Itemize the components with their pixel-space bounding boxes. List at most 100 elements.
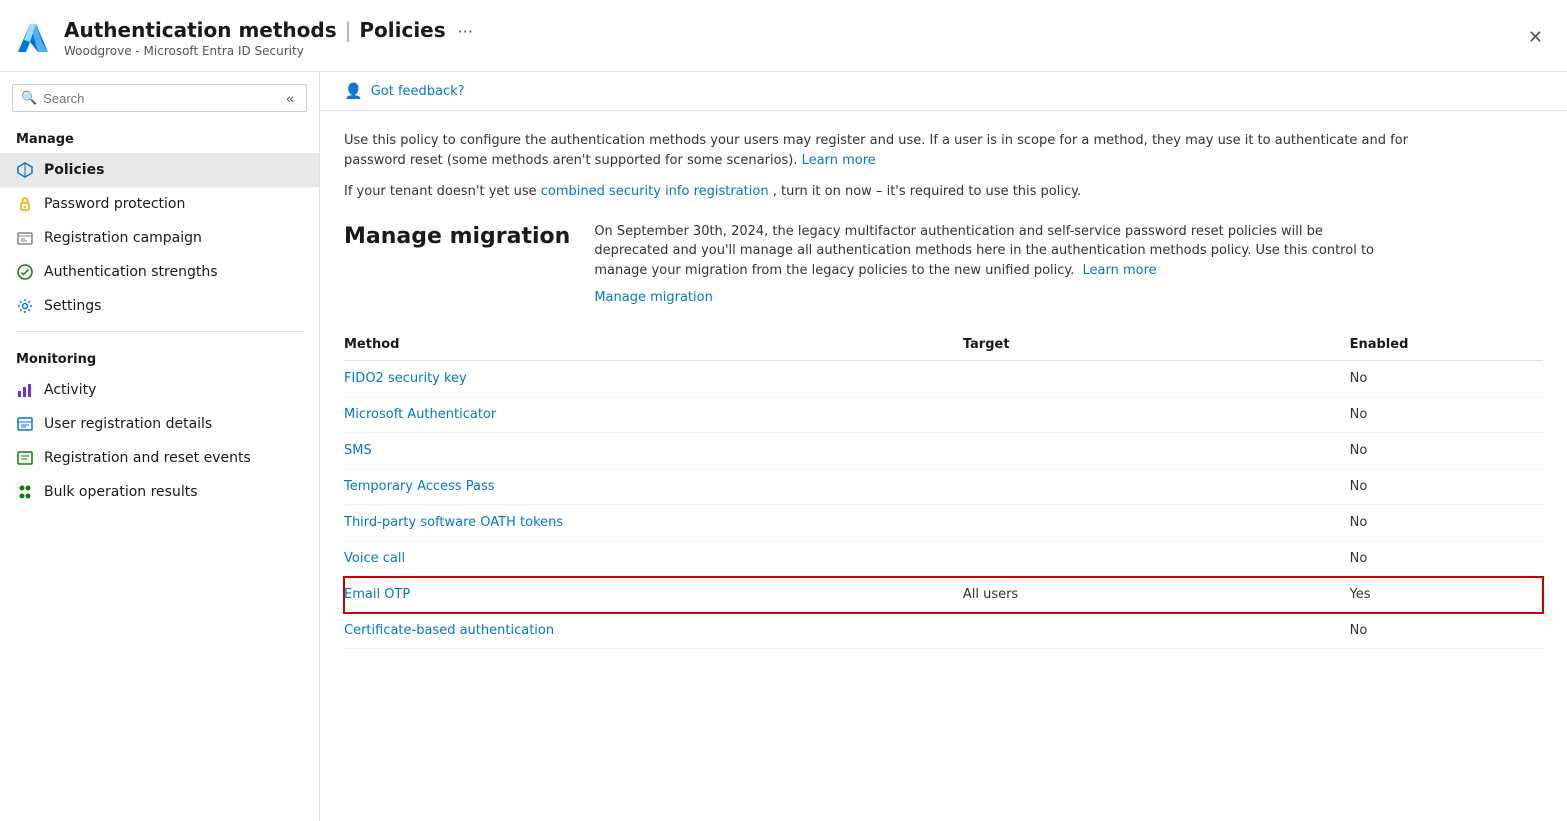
table-row: Email OTP All usersYes	[344, 577, 1543, 613]
table-row: SMS No	[344, 433, 1543, 469]
sidebar-divider	[16, 331, 303, 332]
table-row: FIDO2 security key No	[344, 361, 1543, 397]
method-link-voice-call[interactable]: Voice call	[344, 551, 405, 566]
method-link-third-party-oath[interactable]: Third-party software OATH tokens	[344, 515, 563, 530]
enabled-cell-cert-based: No	[1350, 613, 1543, 649]
sidebar-item-label-usereg: User registration details	[44, 416, 212, 432]
sidebar-item-user-registration[interactable]: User registration details	[0, 407, 319, 441]
app-title: Authentication methods	[64, 18, 337, 42]
sidebar-item-label-policies: Policies	[44, 162, 104, 178]
top-bar-left: Authentication methods | Policies ··· Wo…	[16, 18, 473, 58]
password-protection-icon	[16, 195, 34, 213]
content-area: Use this policy to configure the authent…	[320, 111, 1567, 669]
monitoring-section-label: Monitoring	[0, 340, 319, 373]
azure-icon	[16, 20, 52, 56]
method-link-microsoft-authenticator[interactable]: Microsoft Authenticator	[344, 407, 496, 422]
method-link-fido2[interactable]: FIDO2 security key	[344, 371, 467, 386]
sidebar-item-label-regevents: Registration and reset events	[44, 450, 251, 466]
collapse-sidebar-button[interactable]: «	[282, 90, 298, 106]
col-enabled: Enabled	[1350, 329, 1543, 361]
sidebar-item-label-activity: Activity	[44, 382, 96, 398]
ellipsis-menu[interactable]: ···	[458, 22, 473, 41]
manage-migration-link[interactable]: Manage migration	[594, 290, 1394, 305]
method-link-email-otp[interactable]: Email OTP	[344, 587, 410, 602]
enabled-cell-fido2: No	[1350, 361, 1543, 397]
sidebar-item-password-protection[interactable]: Password protection	[0, 187, 319, 221]
method-link-sms[interactable]: SMS	[344, 443, 372, 458]
target-cell-cert-based	[963, 613, 1350, 649]
method-link-cert-based[interactable]: Certificate-based authentication	[344, 623, 554, 638]
feedback-icon: 👤	[344, 82, 363, 100]
method-cell-fido2: FIDO2 security key	[344, 361, 963, 397]
col-method: Method	[344, 329, 963, 361]
target-cell-fido2	[963, 361, 1350, 397]
subtitle: Woodgrove - Microsoft Entra ID Security	[64, 44, 473, 58]
policies-icon	[16, 161, 34, 179]
enabled-cell-voice-call: No	[1350, 541, 1543, 577]
search-bar: 🔍 «	[12, 84, 307, 112]
method-cell-email-otp: Email OTP	[344, 577, 963, 613]
sidebar-item-authentication-strengths[interactable]: Authentication strengths	[0, 255, 319, 289]
method-cell-voice-call: Voice call	[344, 541, 963, 577]
sidebar-item-label-authstrength: Authentication strengths	[44, 264, 217, 280]
title-block: Authentication methods | Policies ··· Wo…	[64, 18, 473, 58]
sidebar-item-activity[interactable]: Activity	[0, 373, 319, 407]
method-cell-third-party-oath: Third-party software OATH tokens	[344, 505, 963, 541]
table-row: Third-party software OATH tokens No	[344, 505, 1543, 541]
method-cell-sms: SMS	[344, 433, 963, 469]
target-cell-microsoft-authenticator	[963, 397, 1350, 433]
target-cell-sms	[963, 433, 1350, 469]
col-target: Target	[963, 329, 1350, 361]
migration-section: Manage migration On September 30th, 2024…	[344, 222, 1543, 306]
methods-table: Method Target Enabled FIDO2 security key…	[344, 329, 1543, 649]
search-input[interactable]	[43, 91, 276, 106]
enabled-cell-third-party-oath: No	[1350, 505, 1543, 541]
description-2: If your tenant doesn't yet use combined …	[344, 182, 1444, 202]
top-bar: Authentication methods | Policies ··· Wo…	[0, 0, 1567, 72]
enabled-cell-email-otp: Yes	[1350, 577, 1543, 613]
main-content: 👤 Got feedback? Use this policy to confi…	[320, 72, 1567, 821]
sidebar-item-label-regcampaign: Registration campaign	[44, 230, 202, 246]
reg-reset-icon	[16, 449, 34, 467]
auth-strengths-icon	[16, 263, 34, 281]
target-cell-tap	[963, 469, 1350, 505]
sidebar-item-label-password: Password protection	[44, 196, 185, 212]
layout: 🔍 « Manage Policies Password protection …	[0, 72, 1567, 821]
method-cell-tap: Temporary Access Pass	[344, 469, 963, 505]
migration-body: On September 30th, 2024, the legacy mult…	[594, 222, 1394, 306]
method-cell-cert-based: Certificate-based authentication	[344, 613, 963, 649]
search-icon: 🔍	[21, 91, 37, 106]
close-button[interactable]: ✕	[1520, 23, 1551, 52]
learn-more-link-1[interactable]: Learn more	[802, 153, 876, 168]
methods-table-body: FIDO2 security keyNoMicrosoft Authentica…	[344, 361, 1543, 649]
bulk-ops-icon	[16, 483, 34, 501]
sidebar-item-settings[interactable]: Settings	[0, 289, 319, 323]
method-link-tap[interactable]: Temporary Access Pass	[344, 479, 494, 494]
combined-reg-link[interactable]: combined security info registration	[541, 184, 769, 199]
enabled-cell-microsoft-authenticator: No	[1350, 397, 1543, 433]
sidebar-item-label-bulkops: Bulk operation results	[44, 484, 198, 500]
feedback-bar[interactable]: 👤 Got feedback?	[320, 72, 1567, 111]
sidebar-item-label-settings: Settings	[44, 298, 101, 314]
method-cell-microsoft-authenticator: Microsoft Authenticator	[344, 397, 963, 433]
enabled-cell-tap: No	[1350, 469, 1543, 505]
page-title: Policies	[359, 18, 445, 42]
target-cell-email-otp: All users	[963, 577, 1350, 613]
manage-section-label: Manage	[0, 120, 319, 153]
table-row: Microsoft Authenticator No	[344, 397, 1543, 433]
table-row: Certificate-based authentication No	[344, 613, 1543, 649]
migration-title: Manage migration	[344, 222, 570, 249]
migration-learn-more[interactable]: Learn more	[1083, 263, 1157, 278]
activity-icon	[16, 381, 34, 399]
sidebar-item-policies[interactable]: Policies	[0, 153, 319, 187]
sidebar: 🔍 « Manage Policies Password protection …	[0, 72, 320, 821]
sidebar-item-registration-campaign[interactable]: Registration campaign	[0, 221, 319, 255]
table-header: Method Target Enabled	[344, 329, 1543, 361]
sidebar-item-bulk-ops[interactable]: Bulk operation results	[0, 475, 319, 509]
sidebar-item-registration-reset[interactable]: Registration and reset events	[0, 441, 319, 475]
title-separator: |	[345, 18, 352, 42]
enabled-cell-sms: No	[1350, 433, 1543, 469]
target-cell-third-party-oath	[963, 505, 1350, 541]
target-cell-voice-call	[963, 541, 1350, 577]
description-1: Use this policy to configure the authent…	[344, 131, 1444, 170]
